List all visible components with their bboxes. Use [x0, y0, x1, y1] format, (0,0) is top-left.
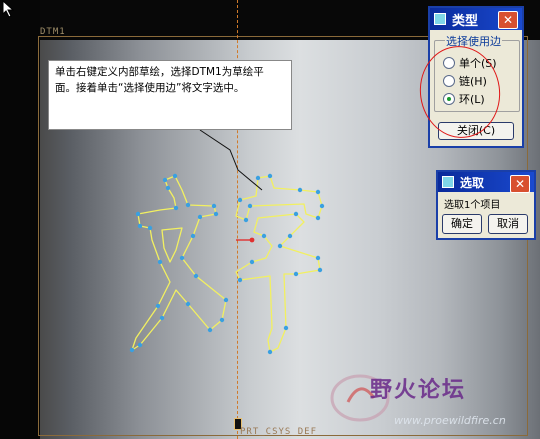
type-dialog-titlebar[interactable]: 类型 ✕ — [430, 8, 522, 30]
sketch-char-wen — [131, 175, 227, 351]
graphics-viewport[interactable]: DTM1 PRT_CSYS_DEF 单击右键定义内部草绘，选择DTM1为草绘平 … — [0, 0, 540, 439]
select-status: 选取1个项目 — [444, 200, 501, 211]
ok-button[interactable]: 确定 — [442, 214, 482, 234]
close-icon[interactable]: ✕ — [498, 11, 518, 29]
instruction-line-1: 单击右键定义内部草绘，选择DTM1为草绘平 — [55, 66, 264, 78]
select-dialog: 选取 ✕ 选取1个项目 确定 取消 — [436, 170, 536, 240]
watermark-url: www.proewildfire.cn — [394, 414, 506, 427]
instruction-note: 单击右键定义内部草绘，选择DTM1为草绘平 面。接着单击“选择使用边”将文字选中… — [48, 60, 292, 130]
sketch-char-zi — [235, 175, 323, 221]
window-icon — [434, 13, 446, 25]
window-icon — [442, 176, 454, 188]
cancel-button[interactable]: 取消 — [488, 214, 528, 234]
select-dialog-title: 选取 — [460, 175, 485, 190]
select-dialog-titlebar[interactable]: 选取 ✕ — [438, 172, 534, 193]
type-dialog-title: 类型 — [452, 13, 479, 29]
close-icon[interactable]: ✕ — [510, 175, 530, 193]
instruction-line-2: 面。接着单击“选择使用边”将文字选中。 — [55, 82, 245, 94]
watermark-title: 野火论坛 — [370, 378, 467, 403]
